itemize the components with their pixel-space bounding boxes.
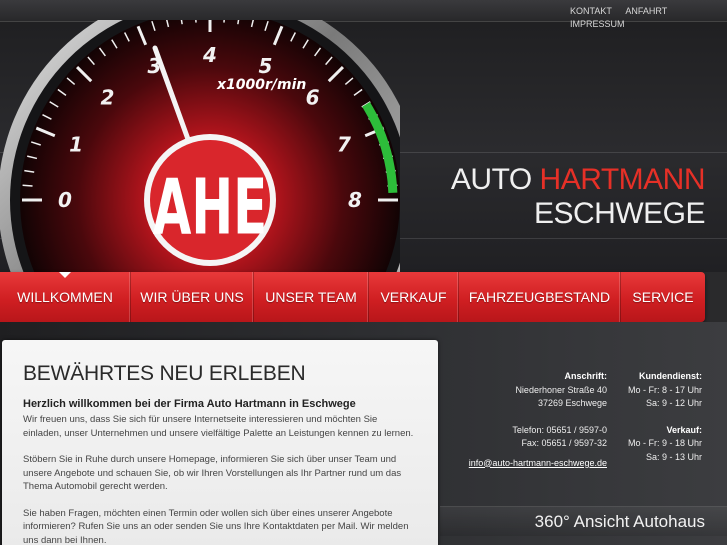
welcome-panel: BEWÄHRTES NEU ERLEBEN Herzlich willkomme… (2, 340, 438, 545)
sales-hours-label: Verkauf: (666, 424, 702, 435)
nav-item-verkauf[interactable]: VERKAUF (369, 272, 459, 322)
page-title: BEWÄHRTES NEU ERLEBEN (23, 362, 306, 385)
tachometer-graphic: 0123 4 5678 x1000r/min AHE (0, 20, 400, 272)
address-street: Niederhoner Straße 40 (515, 384, 607, 395)
top-nav-anfahrt[interactable]: ANFAHRT (625, 5, 667, 18)
address-label: Anschrift: (564, 371, 608, 381)
gauge-number: 0 (58, 188, 72, 212)
address-column: Anschrift: Niederhoner Straße 40 37269 E… (447, 370, 607, 470)
logo-text: AHE (153, 164, 267, 253)
top-nav-impressum[interactable]: IMPRESSUM (570, 18, 625, 31)
brand-hartmann: HARTMANN (539, 163, 706, 196)
gauge-number: 5 (259, 54, 273, 78)
top-bar: KONTAKT ANFAHRT IMPRESSUM (0, 0, 727, 29)
gauge-minor-tick (223, 20, 225, 23)
nav-item-service[interactable]: SERVICE (621, 272, 705, 322)
sales-hours-saturday: Sa: 9 - 13 Uhr (645, 451, 702, 462)
top-nav-kontakt[interactable]: KONTAKT (570, 5, 612, 18)
top-nav: KONTAKT ANFAHRT IMPRESSUM (570, 5, 720, 31)
nav-item-willkommen[interactable]: WILLKOMMEN (0, 272, 131, 322)
brand-name: AUTO HARTMANN ESCHWEGE (450, 163, 706, 231)
gauge-number: 8 (348, 188, 362, 212)
intro-paragraph: Wir freuen uns, dass Sie sich für unsere… (23, 414, 414, 439)
service-hours-weekdays: Mo - Fr: 8 - 17 Uhr (627, 384, 702, 395)
hours-column: Kundendienst: Mo - Fr: 8 - 17 Uhr Sa: 9 … (607, 370, 702, 464)
welcome-heading: Herzlich willkommen bei der Firma Auto H… (23, 398, 356, 410)
gauge-number: 2 (101, 85, 115, 109)
tour-banner: 360° Ansicht Autohaus (440, 506, 727, 536)
questions-paragraph: Sie haben Fragen, möchten einen Termin o… (23, 507, 409, 545)
brand-eschwege: ESCHWEGE (533, 197, 706, 230)
gauge-number: 4 (202, 43, 217, 67)
sales-hours-weekdays: Mo - Fr: 9 - 18 Uhr (627, 438, 702, 448)
service-hours-label: Kundendienst: (639, 371, 702, 381)
gauge-number: 1 (69, 133, 83, 157)
gauge-minor-tick (195, 20, 197, 23)
gauge-minor-tick (22, 184, 33, 187)
phone-number: Telefon: 05651 / 9597-0 (512, 424, 607, 435)
main-nav: WILLKOMMEN WIR ÜBER UNS UNSER TEAM VERKA… (0, 272, 705, 322)
address-city: 37269 Eschwege (537, 398, 607, 408)
header: KONTAKT ANFAHRT IMPRESSUM 012345678 x100… (0, 0, 727, 272)
nav-item-wir-ueber-uns[interactable]: WIR ÜBER UNS (131, 272, 254, 322)
nav-item-unser-team[interactable]: UNSER TEAM (254, 272, 369, 322)
brand-auto: AUTO (450, 163, 540, 196)
gauge-number: 6 (306, 85, 320, 109)
fax-number: Fax: 05651 / 9597-32 (521, 438, 607, 448)
email-link[interactable]: info@auto-hartmann-eschwege.de (447, 457, 607, 471)
gauge-unit: x1000r/min (216, 77, 306, 93)
nav-item-fahrzeugbestand[interactable]: FAHRZEUGBESTAND (459, 272, 621, 322)
service-hours-saturday: Sa: 9 - 12 Uhr (645, 398, 702, 408)
gauge-number: 7 (337, 133, 351, 157)
browse-paragraph: Stöbern Sie in Ruhe durch unsere Homepag… (23, 454, 402, 492)
tour-link[interactable]: 360° Ansicht Autohaus (535, 512, 705, 532)
